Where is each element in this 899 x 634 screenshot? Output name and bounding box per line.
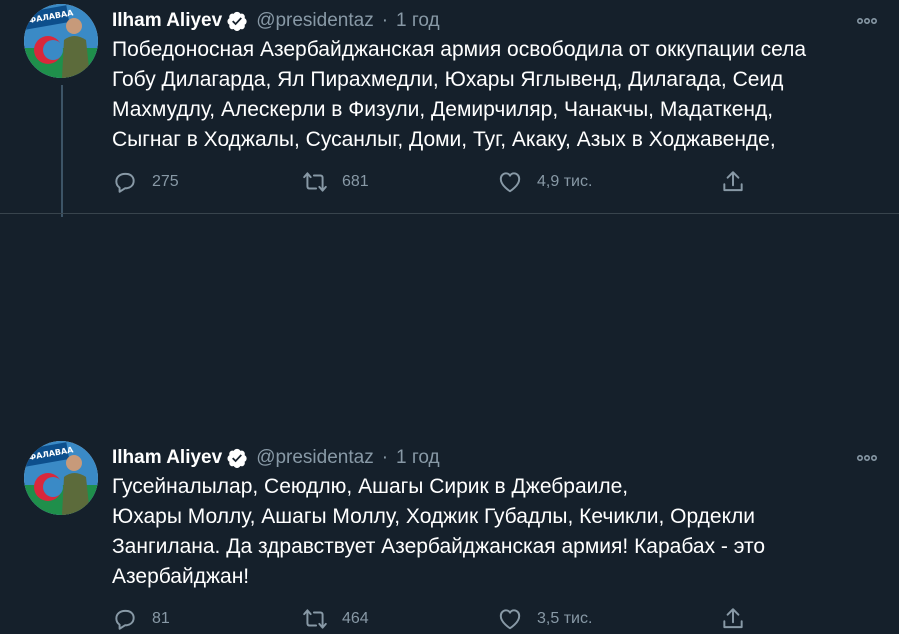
avatar-image: ФАЛАВАА	[24, 4, 98, 78]
tweet-text: Гусейналылар, Сеюдлю, Ашагы Сирик в Джеб…	[112, 475, 766, 588]
tweet-header: Ilham Aliyev @presidentaz · 1 год	[112, 447, 899, 469]
tweet-text: Победоносная Азербайджанская армия освоб…	[112, 38, 807, 151]
avatar-image: ФАЛАВАА	[24, 441, 98, 515]
like-icon	[499, 609, 521, 630]
timestamp[interactable]: 1 год	[396, 447, 440, 469]
share-icon	[723, 608, 743, 629]
tweet-actions: 81 464 3,5 тис.	[112, 604, 772, 634]
avatar[interactable]: ФАЛАВАА	[24, 4, 98, 78]
separator-dot: ·	[381, 447, 389, 468]
reply-icon	[115, 609, 135, 630]
share-icon	[723, 171, 743, 192]
retweet-count: 464	[342, 610, 369, 627]
reply-icon	[115, 172, 135, 193]
reply-button[interactable]: 81	[112, 606, 170, 632]
like-count: 4,9 тис.	[537, 173, 593, 190]
share-button[interactable]	[720, 169, 760, 195]
author-handle[interactable]: @presidentaz	[256, 10, 374, 32]
author-name[interactable]: Ilham Aliyev	[112, 10, 222, 32]
avatar[interactable]: ФАЛАВАА	[24, 441, 98, 515]
more-icon[interactable]	[855, 10, 879, 37]
more-icon[interactable]	[855, 447, 879, 474]
retweet-button[interactable]: 681	[302, 169, 369, 195]
verified-icon	[227, 11, 247, 32]
retweet-count: 681	[342, 173, 369, 190]
retweet-button[interactable]: 464	[302, 606, 369, 632]
thread-line	[61, 85, 63, 217]
verified-icon	[227, 448, 247, 469]
retweet-icon	[303, 172, 327, 192]
tweet[interactable]: ФАЛАВАА Ilham Aliyev @presidentaz · 1 го…	[0, 0, 899, 217]
reply-count: 275	[152, 173, 179, 190]
like-button[interactable]: 4,9 тис.	[497, 169, 592, 195]
tweet-header: Ilham Aliyev @presidentaz · 1 год	[112, 10, 899, 32]
tweet-actions: 275 681 4,9 тис.	[112, 167, 772, 197]
author-name[interactable]: Ilham Aliyev	[112, 447, 222, 469]
more-icon-glyph	[856, 455, 877, 462]
author-handle[interactable]: @presidentaz	[256, 447, 374, 469]
like-icon	[499, 172, 521, 193]
separator-dot: ·	[381, 10, 389, 31]
share-button[interactable]	[720, 606, 760, 632]
retweet-icon	[303, 609, 327, 629]
more-icon-glyph	[856, 18, 877, 25]
tweet[interactable]: ФАЛАВАА Ilham Aliyev @presidentaz · 1 го…	[0, 213, 899, 630]
timestamp[interactable]: 1 год	[396, 10, 440, 32]
reply-button[interactable]: 275	[112, 169, 179, 195]
like-count: 3,5 тис.	[537, 610, 593, 627]
reply-count: 81	[152, 610, 170, 627]
like-button[interactable]: 3,5 тис.	[497, 606, 592, 632]
